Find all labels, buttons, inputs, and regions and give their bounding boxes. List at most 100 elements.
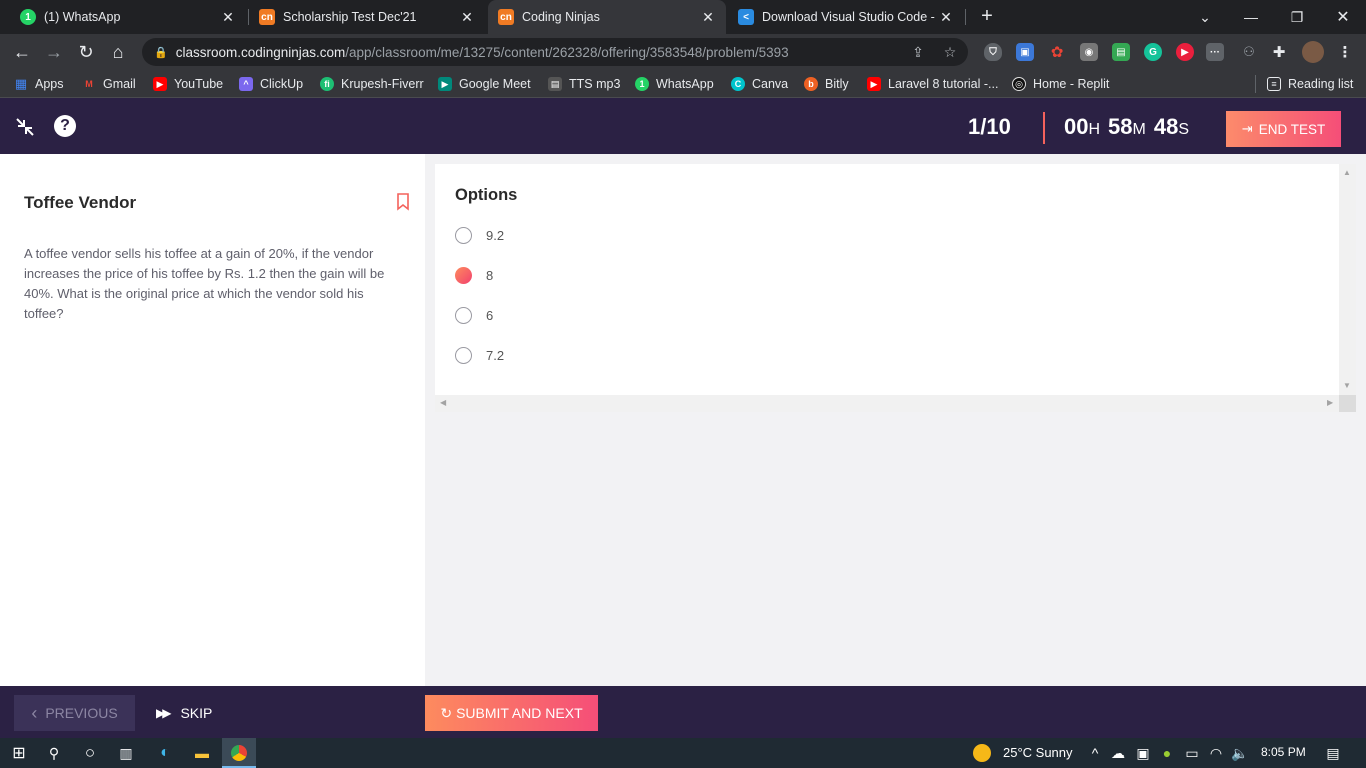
browser-tab-coding-ninjas[interactable]: cn Coding Ninjas ✕ <box>488 0 726 34</box>
bookmark-icon[interactable] <box>396 193 410 211</box>
bookmark-bitly[interactable]: b Bitly <box>804 75 849 93</box>
clock-time[interactable]: 8:05 PM <box>1261 745 1306 759</box>
restore-icon[interactable]: ❐ <box>1274 0 1320 34</box>
edge-browser-icon[interactable]: ◐ <box>155 743 175 763</box>
close-icon[interactable]: ✕ <box>220 9 236 26</box>
battery-icon[interactable]: ▭ <box>1182 743 1202 763</box>
grammarly-icon[interactable]: G <box>1144 43 1162 61</box>
share-icon[interactable]: ⇪ <box>908 42 928 62</box>
horizontal-scrollbar[interactable]: ◀ ▶ <box>435 395 1339 412</box>
shield-extension-icon[interactable]: ⛉ <box>984 43 1002 61</box>
timer-seconds-unit: S <box>1178 121 1190 138</box>
screen-capture-extension-icon[interactable]: ▣ <box>1016 43 1034 61</box>
cortana-icon[interactable]: ○ <box>80 743 100 763</box>
bookmark-label: Krupesh-Fiverr <box>341 77 424 91</box>
tray-app-icon[interactable]: ▣ <box>1133 743 1153 763</box>
volume-icon[interactable]: 🔈 <box>1230 743 1250 763</box>
file-explorer-icon[interactable]: ▬ <box>192 743 212 763</box>
bookmark-laravel-tutorial[interactable]: ▶ Laravel 8 tutorial -... <box>867 75 998 93</box>
radio-button[interactable] <box>455 306 472 324</box>
timer-minutes-unit: M <box>1132 121 1146 138</box>
tray-green-icon[interactable]: ● <box>1157 743 1177 763</box>
bookmark-label: Laravel 8 tutorial -... <box>888 77 999 91</box>
bookmark-google-meet[interactable]: ▶ Google Meet <box>438 75 531 93</box>
scroll-left-icon[interactable]: ◀ <box>440 398 446 407</box>
weather-sun-icon[interactable] <box>972 743 992 763</box>
radio-button[interactable] <box>455 346 472 364</box>
skip-button[interactable]: ▶▶ SKIP <box>156 695 212 731</box>
camera-extension-icon[interactable]: ◉ <box>1080 43 1098 61</box>
replit-icon: ◎ <box>1012 77 1026 91</box>
color-picker-extension-icon[interactable]: ✿ <box>1048 43 1066 61</box>
close-icon[interactable]: ✕ <box>700 9 716 26</box>
new-tab-button[interactable]: + <box>976 5 998 27</box>
close-icon[interactable]: ✕ <box>459 9 475 26</box>
bookmark-youtube[interactable]: ▶ YouTube <box>153 75 223 93</box>
option-item-selected[interactable]: 8 <box>455 265 493 285</box>
submit-and-next-button[interactable]: ↻ SUBMIT AND NEXT <box>425 695 598 731</box>
bookmark-fiverr[interactable]: fi Krupesh-Fiverr <box>320 75 424 93</box>
youtube-extension-icon[interactable]: ▶ <box>1176 43 1194 61</box>
puzzle-extensions-icon[interactable]: ✚ <box>1270 43 1288 61</box>
reading-list-button[interactable]: ≡ Reading list <box>1267 75 1353 93</box>
back-arrow-icon[interactable]: ← <box>10 40 34 64</box>
radio-button[interactable] <box>455 226 472 244</box>
scroll-right-icon[interactable]: ▶ <box>1327 398 1333 407</box>
windows-start-icon[interactable]: ⊞ <box>9 743 29 763</box>
close-icon[interactable]: ✕ <box>938 9 954 26</box>
reading-list-label: Reading list <box>1288 77 1354 91</box>
whatsapp-icon: 1 <box>20 9 36 25</box>
question-progress: 1/10 <box>968 114 1011 139</box>
browser-tab-whatsapp[interactable]: 1 (1) WhatsApp ✕ <box>10 0 246 34</box>
scroll-up-icon[interactable]: ▲ <box>1343 168 1351 177</box>
url-path: /app/classroom/me/13275/content/262328/o… <box>345 44 789 60</box>
tab-search-icon[interactable]: ⌄ <box>1182 0 1228 34</box>
more-extension-icon[interactable]: ··· <box>1206 43 1224 61</box>
vertical-scrollbar[interactable]: ▲ ▼ <box>1339 164 1356 395</box>
task-view-icon[interactable]: ▥ <box>116 743 136 763</box>
browser-tab-vscode[interactable]: < Download Visual Studio Code - M ✕ <box>728 0 964 34</box>
options-heading: Options <box>455 186 518 204</box>
radio-button-selected[interactable] <box>455 266 472 284</box>
exit-door-icon: ⇥ <box>1241 121 1253 136</box>
previous-label: PREVIOUS <box>45 705 118 721</box>
option-item[interactable]: 9.2 <box>455 225 504 245</box>
bookmark-replit[interactable]: ◎ Home - Replit <box>1012 75 1109 93</box>
bookmark-label: ClickUp <box>260 77 304 91</box>
bookmark-tts-mp3[interactable]: ▤ TTS mp3 <box>548 75 620 93</box>
bookmark-whatsapp[interactable]: 1 WhatsApp <box>635 75 714 93</box>
reload-icon[interactable]: ↻ <box>74 40 98 64</box>
end-test-button[interactable]: ⇥ END TEST <box>1226 111 1341 147</box>
bookmark-canva[interactable]: C Canva <box>731 75 788 93</box>
bookmark-apps[interactable]: ▦ Apps <box>14 75 64 93</box>
minimize-screen-icon[interactable] <box>14 116 36 138</box>
tray-chevron-up-icon[interactable]: ^ <box>1085 743 1105 763</box>
people-extension-icon[interactable]: ⚇ <box>1240 43 1258 61</box>
scroll-down-icon[interactable]: ▼ <box>1343 381 1351 390</box>
profile-avatar[interactable] <box>1302 41 1324 63</box>
option-item[interactable]: 7.2 <box>455 345 504 365</box>
header-divider <box>1043 112 1045 144</box>
option-item[interactable]: 6 <box>455 305 493 325</box>
notifications-icon[interactable]: ▤ <box>1323 743 1343 763</box>
wifi-icon[interactable]: ◠ <box>1206 743 1226 763</box>
weather-text[interactable]: 25°C Sunny <box>1003 745 1073 760</box>
browser-tab-scholarship-test[interactable]: cn Scholarship Test Dec'21 ✕ <box>249 0 485 34</box>
chrome-taskbar-icon[interactable] <box>229 743 249 763</box>
bookmark-gmail[interactable]: M Gmail <box>82 75 135 93</box>
forward-arrow-icon[interactable]: → <box>42 40 66 64</box>
home-icon[interactable]: ⌂ <box>106 40 130 64</box>
search-icon[interactable]: ⚲ <box>44 743 64 763</box>
address-bar[interactable]: 🔒 classroom.codingninjas.com /app/classr… <box>142 38 968 66</box>
question-panel <box>0 154 425 686</box>
question-title: Toffee Vendor <box>24 193 137 212</box>
kebab-menu-icon[interactable]: ⋮ <box>1336 43 1354 61</box>
window-close-icon[interactable]: ✕ <box>1320 0 1366 34</box>
help-icon[interactable]: ? <box>54 115 76 137</box>
onedrive-icon[interactable]: ☁ <box>1108 743 1128 763</box>
star-icon[interactable]: ☆ <box>940 42 960 62</box>
bookmark-clickup[interactable]: ^ ClickUp <box>239 75 303 93</box>
minimize-icon[interactable]: — <box>1228 0 1274 34</box>
sheet-extension-icon[interactable]: ▤ <box>1112 43 1130 61</box>
previous-button[interactable]: ‹ PREVIOUS <box>14 695 135 731</box>
